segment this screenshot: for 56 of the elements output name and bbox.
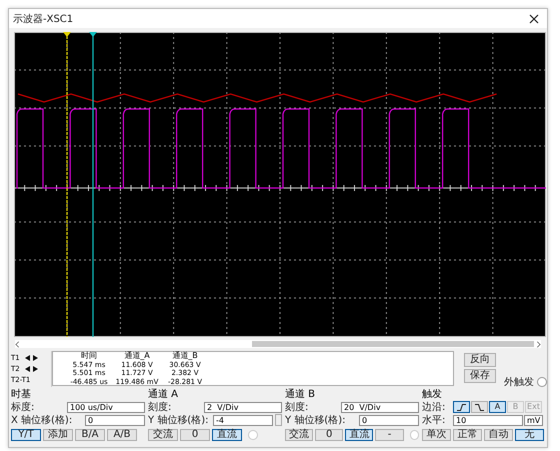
window-title: 示波器-XSC1 (13, 12, 74, 26)
minus-button[interactable]: - (375, 429, 404, 441)
mode-button[interactable]: 直流 (212, 429, 242, 441)
side-button[interactable]: 反向 (464, 353, 496, 367)
field-label: Y 轴位移(格): (285, 414, 346, 427)
radio-button[interactable] (410, 430, 420, 440)
field-label: Y 轴位移(格): (148, 414, 208, 427)
input-field[interactable]: 100 us/Div (67, 402, 145, 412)
column-header: 时间 (80, 352, 98, 360)
group-title: 触发 (422, 390, 443, 400)
mode-button[interactable]: 添加 (43, 429, 73, 441)
mode-button[interactable]: 正常 (453, 429, 482, 441)
input-field[interactable]: -4 (213, 414, 273, 426)
mode-button[interactable]: B/A (75, 429, 105, 441)
input-field[interactable]: 20 V/Div (341, 402, 419, 412)
mode-button[interactable]: 直流 (345, 429, 374, 441)
mode-button[interactable]: 单次 (422, 429, 451, 441)
mode-button[interactable]: 0 (180, 429, 210, 441)
unit-label: mV (524, 414, 544, 426)
side-button[interactable]: 保存 (464, 369, 496, 383)
arrow-left-icon[interactable] (25, 366, 30, 372)
mode-button[interactable]: Y/T (11, 429, 41, 441)
mode-button[interactable]: A/B (107, 429, 137, 441)
input-field[interactable]: 0 (85, 414, 145, 426)
mode-button[interactable]: 无 (515, 429, 544, 441)
input-field[interactable]: 10 (453, 414, 523, 426)
close-icon[interactable] (529, 14, 539, 24)
radio-button[interactable] (248, 430, 258, 440)
arrow-left-icon[interactable] (25, 355, 30, 361)
input-field[interactable]: 0 (359, 414, 419, 426)
field-label: 刻度: (148, 400, 172, 414)
radio-button[interactable] (537, 377, 547, 387)
group-title: 通道 A (148, 390, 180, 400)
rising-edge-icon (457, 404, 466, 410)
falling-edge-icon (475, 404, 484, 410)
mode-button[interactable]: 自动 (484, 429, 513, 441)
group-title: 通道 B (285, 390, 316, 400)
group-title: 时基 (11, 390, 32, 400)
falling-edge-button[interactable] (471, 401, 488, 413)
mode-button[interactable]: 0 (315, 429, 344, 441)
input-field[interactable]: 2 V/Div (204, 402, 282, 412)
field-label: 标度: (11, 400, 34, 414)
field-label: X 轴位移(格): (11, 414, 72, 427)
column-header: 通道_B (171, 352, 199, 360)
field-label: 刻度: (285, 400, 308, 414)
scrollbar-thumb[interactable] (252, 341, 534, 347)
rising-edge-button[interactable] (453, 401, 470, 413)
mode-button[interactable]: 交流 (148, 429, 178, 441)
mode-button[interactable]: 交流 (285, 429, 314, 441)
mode-button[interactable]: A (489, 401, 506, 413)
cursor-line[interactable] (89, 32, 97, 337)
field-label: 边沿: (422, 400, 446, 414)
column-header: 通道_A (123, 352, 151, 360)
cursor-line[interactable] (63, 32, 71, 337)
field-label: 水平: (422, 414, 446, 427)
ext-trigger-label: 外触发 (504, 376, 534, 389)
